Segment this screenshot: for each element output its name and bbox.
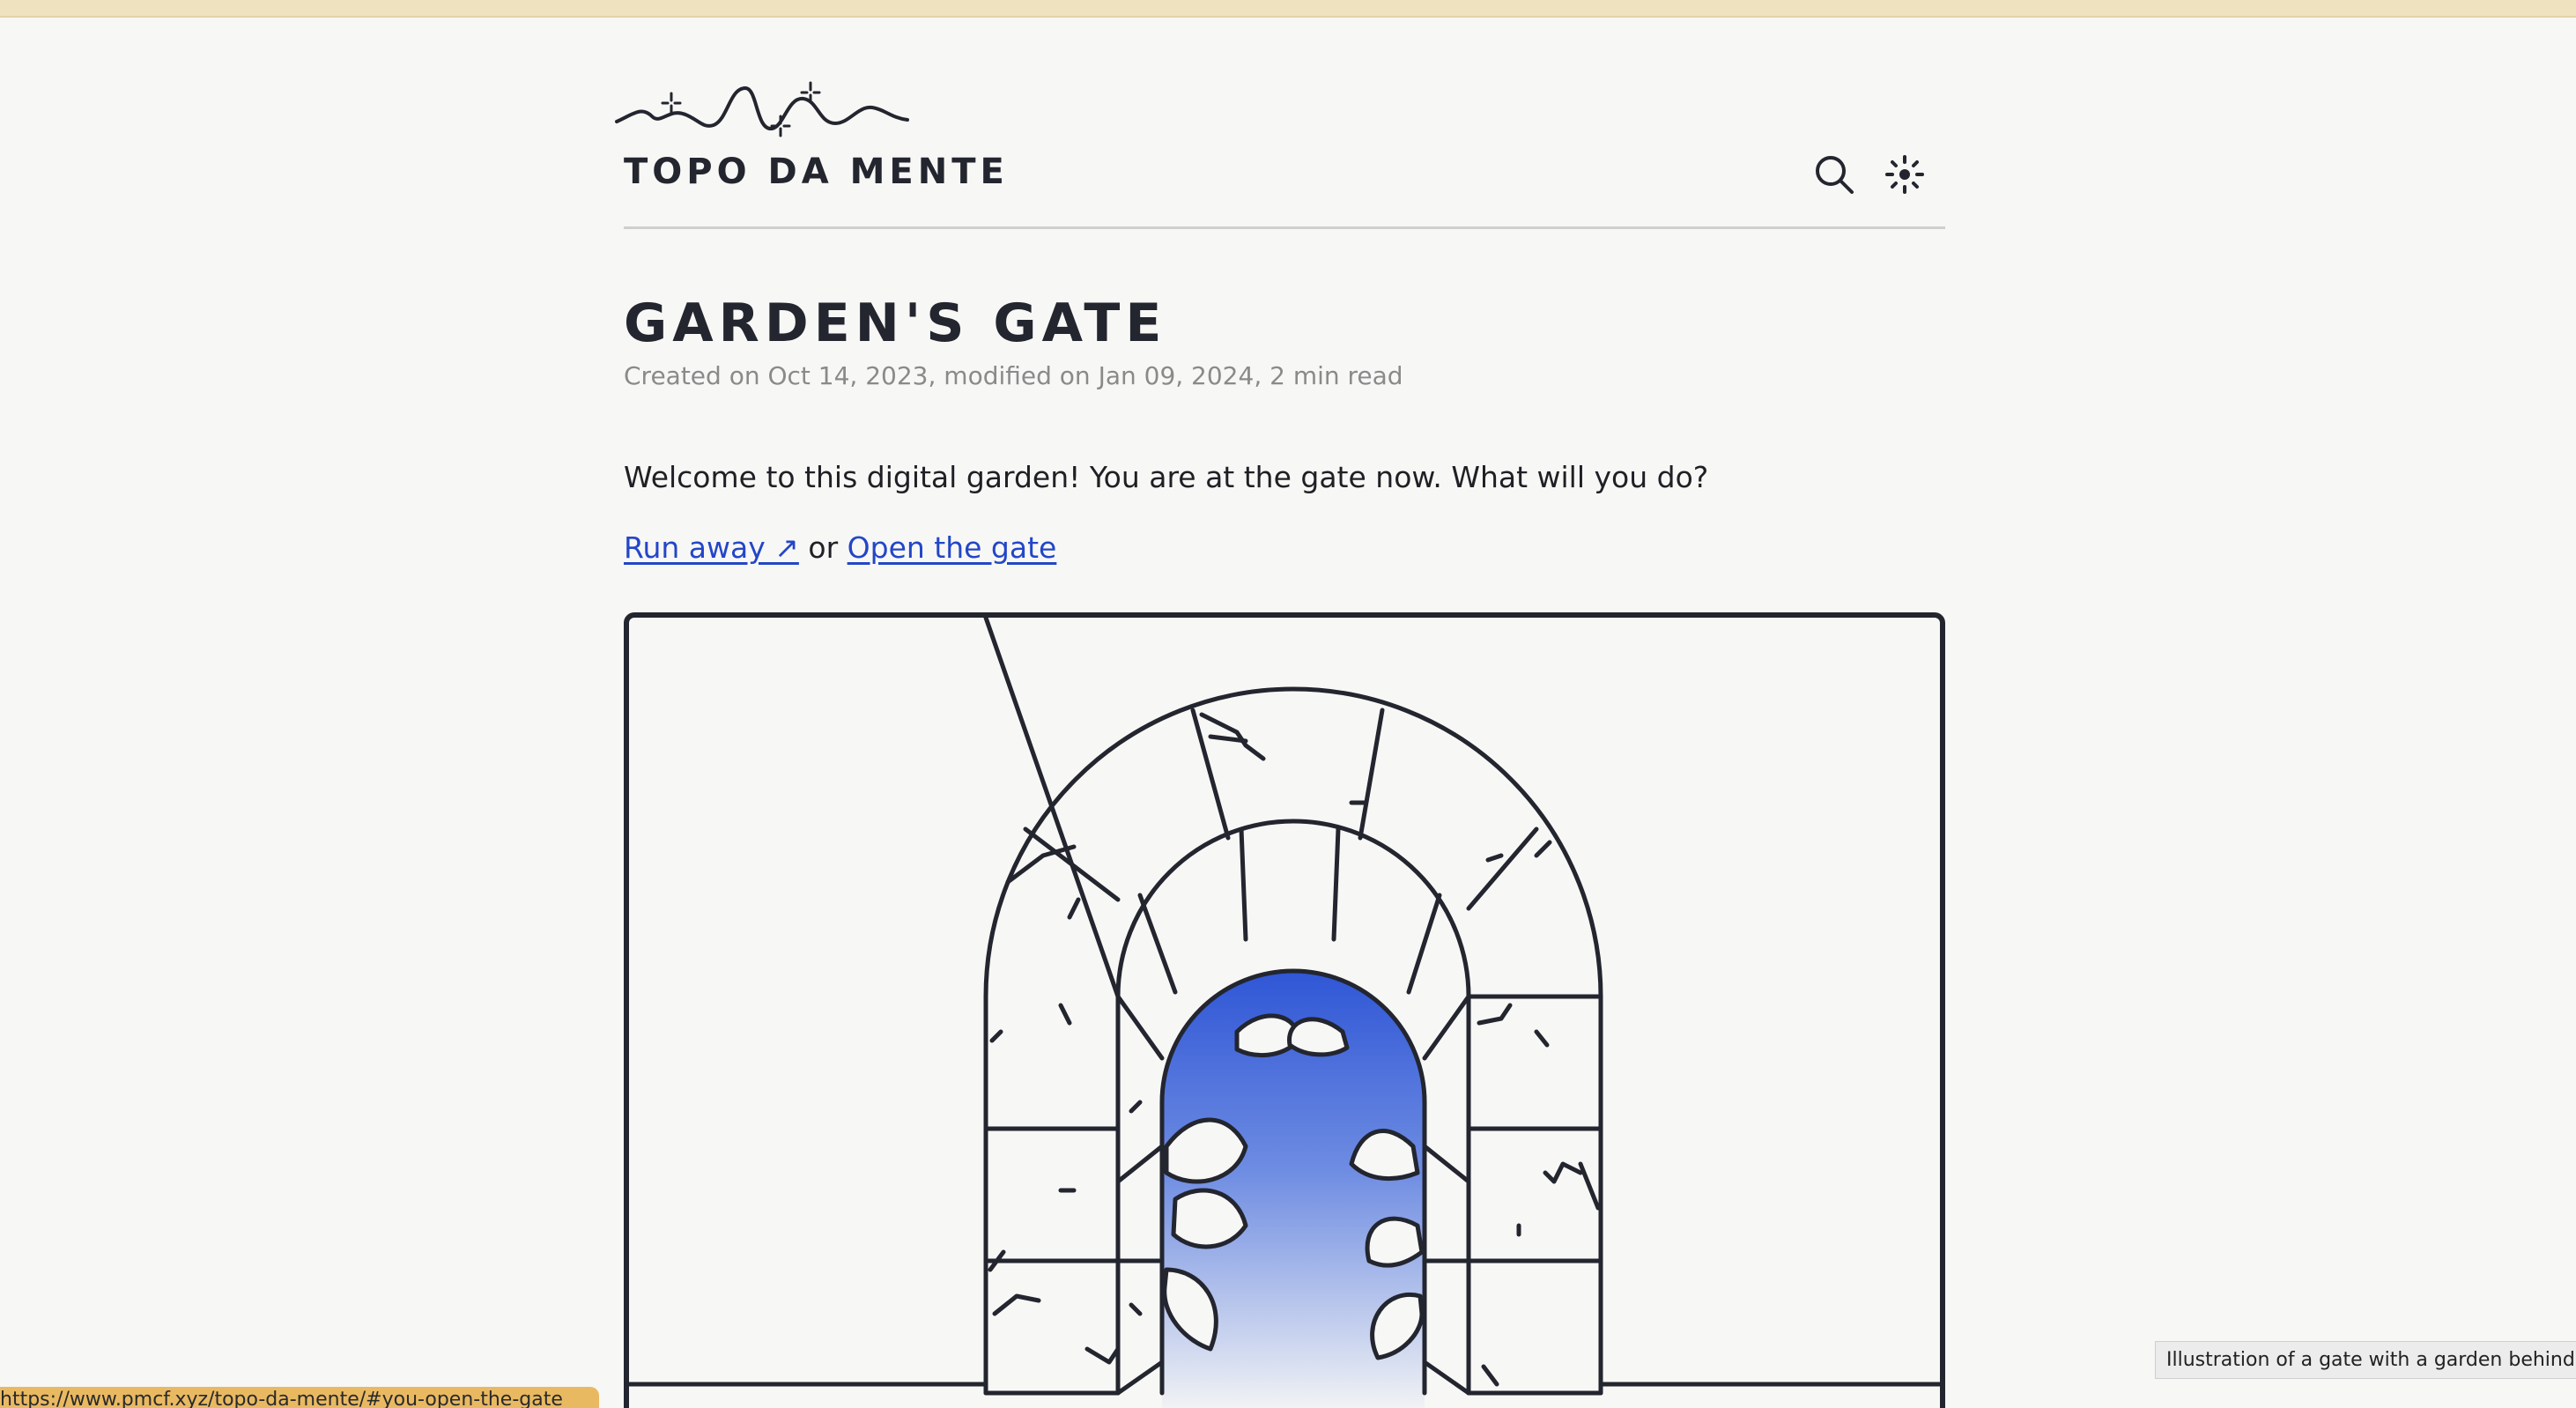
choice-separator: or bbox=[808, 530, 839, 565]
wave-logo-icon bbox=[615, 81, 909, 137]
page-meta: Created on Oct 14, 2023, modified on Jan… bbox=[624, 361, 1403, 390]
run-away-link[interactable]: Run away ↗ bbox=[624, 530, 799, 565]
status-bar-url: https://www.pmcf.xyz/topo-da-mente/#you-… bbox=[0, 1387, 599, 1408]
page-title: GARDEN'S GATE bbox=[624, 293, 1167, 354]
illustration-tooltip: Illustration of a gate with a garden beh… bbox=[2155, 1341, 2576, 1379]
site-logo-link[interactable]: TOPO DA MENTE bbox=[615, 79, 1004, 194]
intro-text: Welcome to this digital garden! You are … bbox=[624, 460, 1709, 494]
search-icon bbox=[1816, 156, 1854, 194]
gate-illustration-frame bbox=[624, 612, 1945, 1408]
search-button[interactable] bbox=[1810, 150, 1859, 199]
choice-line: Run away ↗ or Open the gate bbox=[624, 530, 1056, 565]
browser-top-bar bbox=[0, 0, 2576, 18]
sun-icon bbox=[1885, 155, 1924, 194]
open-gate-link[interactable]: Open the gate bbox=[848, 530, 1057, 565]
gate-illustration bbox=[629, 618, 1940, 1408]
site-name: TOPO DA MENTE bbox=[624, 152, 1009, 192]
site-header: TOPO DA MENTE bbox=[615, 79, 1945, 229]
theme-toggle-button[interactable] bbox=[1880, 150, 1929, 199]
